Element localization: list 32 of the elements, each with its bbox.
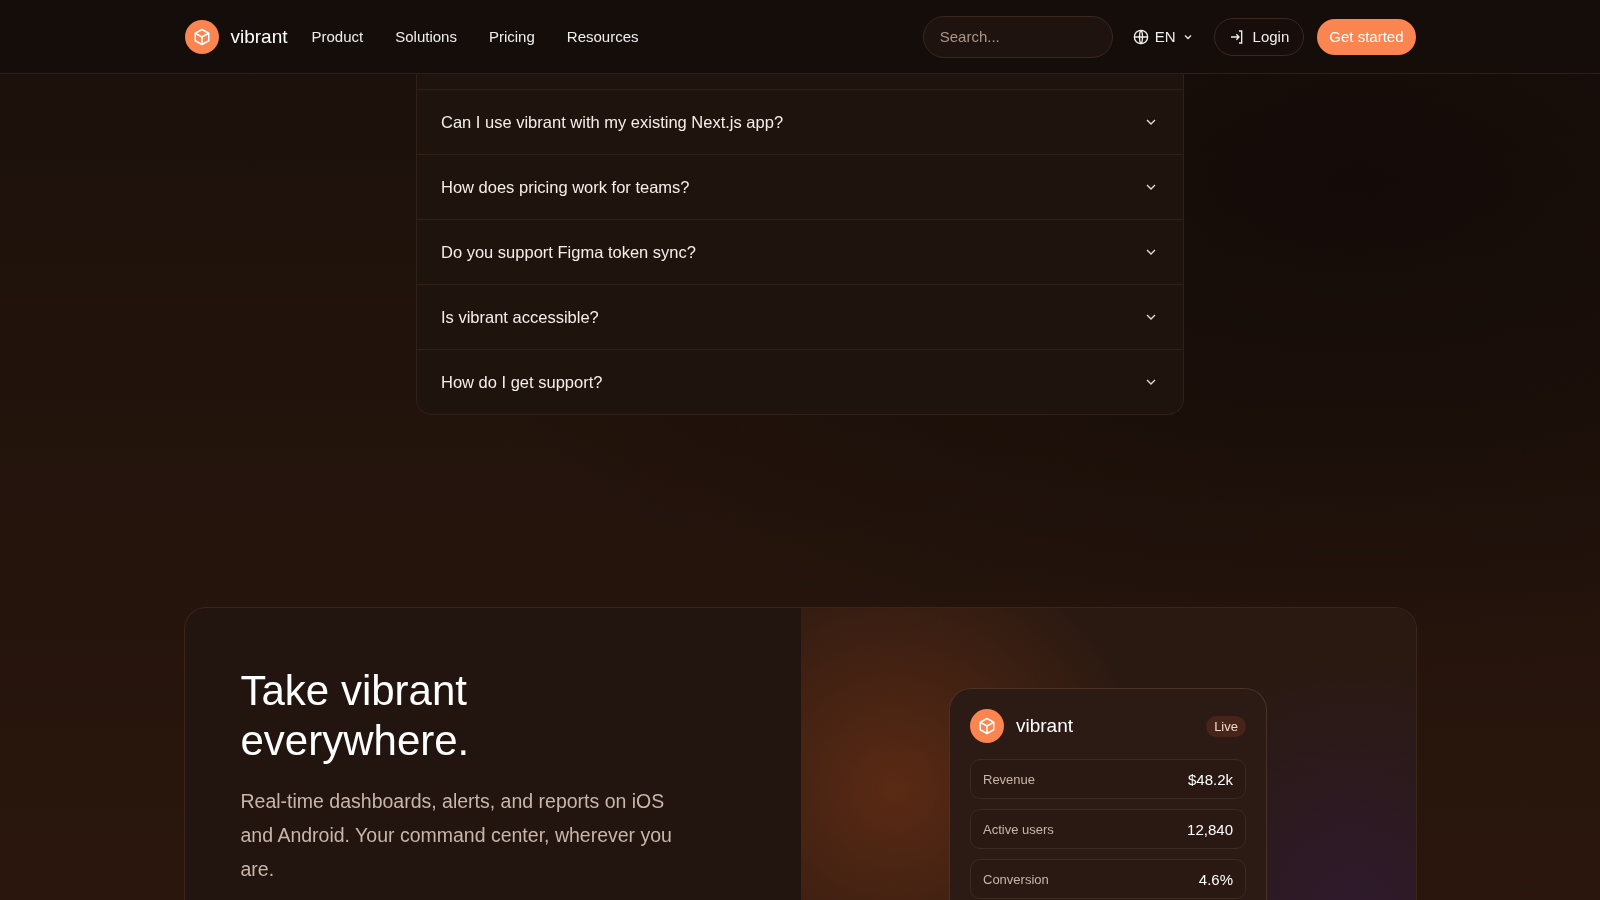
metric-value: 12,840 [1187, 820, 1233, 838]
faq-item[interactable]: Can I use vibrant with my existing Next.js app? [417, 89, 1183, 154]
metric-label: Active users [983, 821, 1054, 837]
nav-link[interactable]: Product [311, 28, 364, 45]
faq-question: Is vibrant accessible? [441, 307, 600, 327]
sign-in-icon [1228, 28, 1245, 45]
globe-icon [1132, 28, 1149, 45]
brand-name[interactable]: vibrant [230, 25, 288, 48]
nav-link[interactable]: Pricing [488, 28, 535, 45]
promo-text: Real-time dashboards, alerts, and reports on iOS and Android. Your command center, wherever you are. [240, 789, 673, 882]
faq-item[interactable]: Is vibrant accessible? [417, 284, 1183, 349]
metric-label: Revenue [983, 771, 1036, 787]
nav-link[interactable]: Resources [566, 28, 639, 45]
faq-item[interactable]: How does pricing work for teams? [417, 154, 1183, 219]
metric-value: 4.6% [1198, 870, 1233, 888]
app-name: vibrant [1016, 715, 1074, 737]
search-field[interactable]: Search... [922, 15, 1113, 58]
faq-question: Do you support Figma token sync? [441, 242, 697, 262]
faq-question: How do I get support? [441, 372, 604, 392]
faq-item[interactable]: Do you support Figma token sync? [417, 219, 1183, 284]
cube-logo-icon [970, 709, 1004, 743]
language-selector[interactable]: EN [1132, 28, 1194, 45]
nav-link[interactable]: Solutions [395, 28, 457, 45]
promo-title: Take vibrant everywhere. [240, 666, 471, 766]
faq-question: Can I use vibrant with my existing Next.js app? [441, 112, 785, 132]
faq-question: How does pricing work for teams? [441, 177, 691, 197]
login-button[interactable]: Login [1213, 17, 1305, 56]
metric-label: Conversion [983, 871, 1049, 887]
cube-logo-icon[interactable] [184, 19, 219, 54]
live-badge: Live [1206, 715, 1246, 737]
faq-item[interactable]: How do I get support? [417, 349, 1183, 414]
metric-value: $48.2k [1187, 770, 1233, 788]
